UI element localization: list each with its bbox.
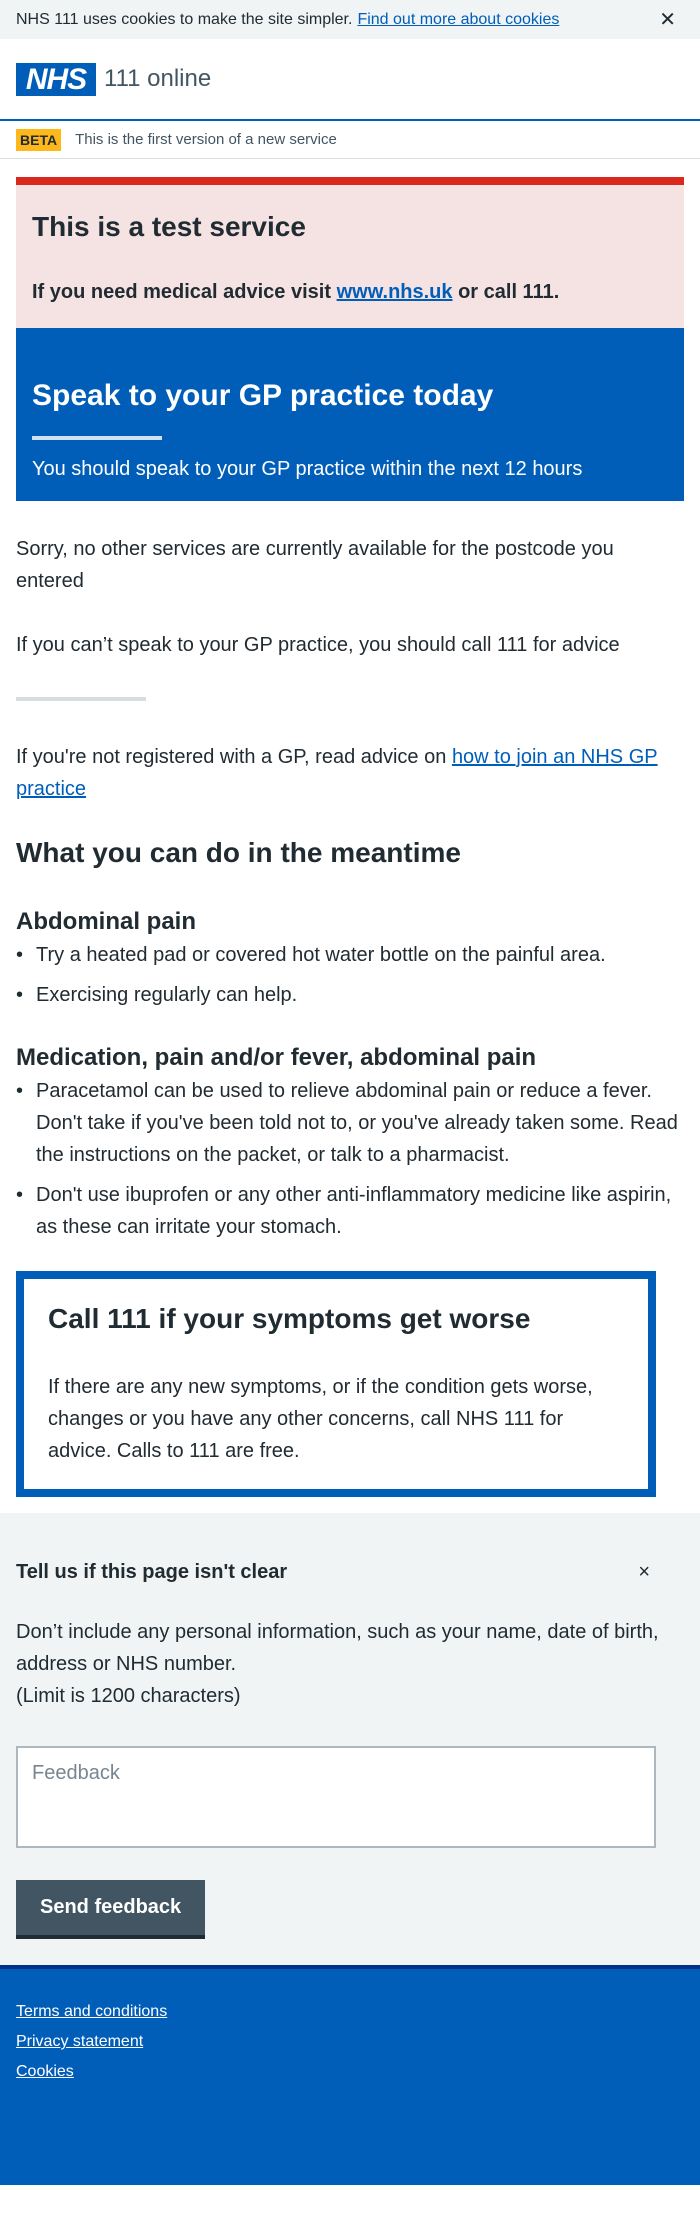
call-111-advice-text: If you can’t speak to your GP practice, …	[16, 634, 620, 656]
terms-link[interactable]: Terms and conditions	[16, 2003, 684, 2021]
outcome-divider	[32, 436, 162, 440]
main-content: Sorry, no other services are currently a…	[0, 533, 700, 1243]
send-feedback-button[interactable]: Send feedback	[16, 1880, 206, 1935]
outcome-title: Speak to your GP practice today	[32, 379, 494, 412]
nhs-logo-text: NHS	[25, 62, 87, 96]
outcome-panel: Speak to your GP practice today You shou…	[16, 328, 684, 501]
test-banner-title: This is a test service	[32, 211, 306, 242]
gp-registration-text: If you're not registered with a GP, read…	[16, 741, 684, 805]
site-header: NHS 111 online	[0, 39, 700, 121]
section-divider	[16, 697, 146, 701]
close-icon[interactable]: ×	[638, 1561, 650, 1584]
medication-heading: Medication, pain and/or fever, abdominal…	[16, 1044, 537, 1071]
outcome-subtitle: You should speak to your GP practice wit…	[32, 458, 583, 480]
gp-registration-text-before: If you're not registered with a GP, read…	[16, 746, 447, 768]
cookie-banner: NHS 111 uses cookies to make the site si…	[0, 0, 700, 39]
medication-list: Paracetamol can be used to relieve abdom…	[16, 1075, 684, 1243]
nhs-logo[interactable]: NHS	[16, 62, 96, 96]
feedback-warning: Don’t include any personal information, …	[16, 1616, 684, 1712]
test-service-banner: This is a test service If you need medic…	[16, 177, 684, 328]
list-item: Try a heated pad or covered hot water bo…	[16, 939, 684, 971]
feedback-section: Tell us if this page isn't clear × Don’t…	[0, 1513, 700, 1965]
abdominal-pain-list: Try a heated pad or covered hot water bo…	[16, 939, 684, 1011]
call-111-text: If there are any new symptoms, or if the…	[48, 1376, 593, 1462]
feedback-limit: (Limit is 1200 characters)	[16, 1685, 241, 1707]
feedback-input[interactable]	[16, 1746, 656, 1848]
nhs-website-link[interactable]: www.nhs.uk	[337, 281, 453, 303]
call-111-card: Call 111 if your symptoms get worse If t…	[16, 1271, 656, 1497]
cookie-text: NHS 111 uses cookies to make the site si…	[16, 10, 353, 28]
no-services-text: Sorry, no other services are currently a…	[16, 538, 614, 592]
cookie-info-link[interactable]: Find out more about cookies	[357, 11, 559, 29]
beta-tag: BETA	[16, 128, 62, 151]
list-item: Don't use ibuprofen or any other anti-in…	[16, 1179, 684, 1243]
beta-text: This is the first version of a new servi…	[75, 131, 337, 148]
feedback-title: Tell us if this page isn't clear	[16, 1561, 288, 1583]
close-icon[interactable]: ✕	[659, 7, 676, 32]
privacy-link[interactable]: Privacy statement	[16, 2033, 684, 2051]
abdominal-pain-heading: Abdominal pain	[16, 908, 196, 935]
meantime-heading: What you can do in the meantime	[16, 837, 461, 868]
service-name[interactable]: 111 online	[104, 65, 211, 93]
feedback-warning-text: Don’t include any personal information, …	[16, 1621, 659, 1675]
beta-banner: BETA This is the first version of a new …	[0, 121, 700, 159]
call-111-title: Call 111 if your symptoms get worse	[48, 1303, 531, 1334]
test-banner-text-after: or call 111.	[458, 281, 560, 303]
test-banner-text: If you need medical advice visit www.nhs…	[32, 281, 668, 304]
test-banner-text-before: If you need medical advice visit	[32, 281, 332, 303]
cookies-link[interactable]: Cookies	[16, 2063, 684, 2081]
list-item: Exercising regularly can help.	[16, 979, 684, 1011]
site-footer: Terms and conditions Privacy statement C…	[0, 1965, 700, 2185]
list-item: Paracetamol can be used to relieve abdom…	[16, 1075, 684, 1171]
